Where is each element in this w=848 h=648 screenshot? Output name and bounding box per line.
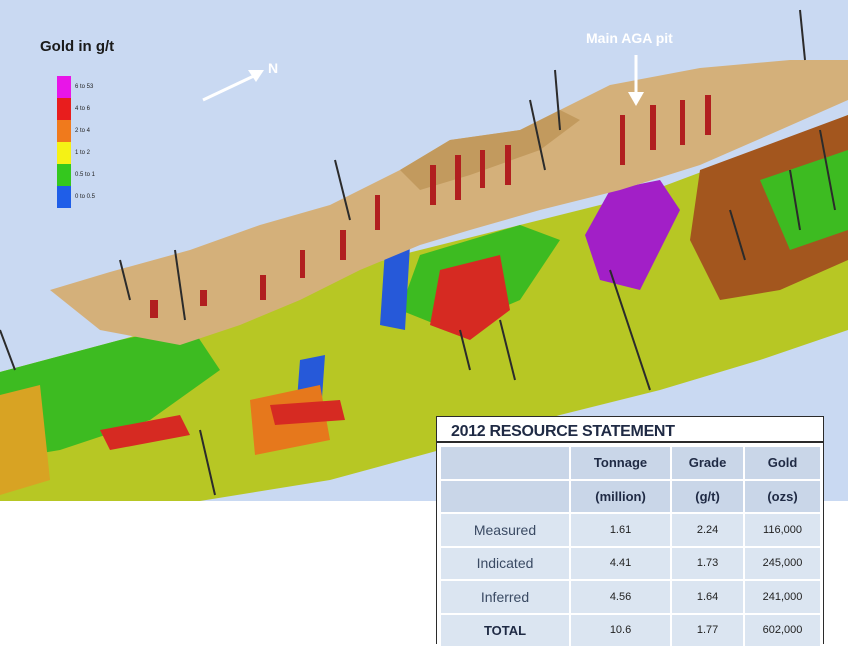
table-total-row: TOTAL 10.6 1.77 602,000 [441, 614, 820, 646]
table-header-row: (million) (g/t) (ozs) [441, 480, 820, 512]
pit-label: Main AGA pit [586, 30, 673, 46]
north-label: N [268, 60, 279, 76]
legend-item: 6 to 53 [57, 76, 95, 98]
table-cell: 245,000 [745, 547, 820, 579]
resource-statement-title: 2012 RESOURCE STATEMENT [451, 423, 675, 440]
table-cell: 2.24 [672, 514, 744, 546]
legend-item: 1 to 2 [57, 142, 95, 164]
legend-item: 0.5 to 1 [57, 164, 95, 186]
legend-label: 4 to 6 [75, 106, 91, 112]
table-cell: 602,000 [745, 614, 820, 646]
row-label: Inferred [441, 581, 569, 613]
table-cell: 116,000 [745, 514, 820, 546]
table-cell: 10.6 [571, 614, 671, 646]
table-cell: 1.61 [571, 514, 671, 546]
legend-swatch [57, 142, 71, 164]
legend-item: 0 to 0.5 [57, 186, 95, 208]
legend-title: Gold in g/t [40, 38, 115, 55]
table-row: Indicated 4.41 1.73 245,000 [441, 547, 820, 579]
legend-swatch [57, 76, 71, 98]
table-cell: 4.56 [571, 581, 671, 613]
header-cell: Gold [745, 447, 820, 479]
table-cell: 241,000 [745, 581, 820, 613]
header-cell [441, 447, 569, 479]
table-row: Inferred 4.56 1.64 241,000 [441, 581, 820, 613]
row-label: TOTAL [441, 614, 569, 646]
header-cell: Grade [672, 447, 744, 479]
legend-swatch [57, 120, 71, 142]
table-cell: 1.77 [672, 614, 744, 646]
legend-swatch [57, 164, 71, 186]
header-cell [441, 480, 569, 512]
legend-item: 4 to 6 [57, 98, 95, 120]
legend-swatch [57, 98, 71, 120]
legend-label: 1 to 2 [75, 150, 91, 156]
legend-swatch [57, 186, 71, 208]
legend-label: 0 to 0.5 [75, 194, 96, 200]
table-row: Measured 1.61 2.24 116,000 [441, 514, 820, 546]
header-cell: Tonnage [571, 447, 671, 479]
title-underline [437, 441, 823, 443]
legend-label: 6 to 53 [75, 84, 94, 90]
header-cell: (ozs) [745, 480, 820, 512]
legend-label: 2 to 4 [75, 128, 91, 134]
grade-legend: 6 to 53 4 to 6 2 to 4 1 to 2 0.5 to 1 0 … [57, 76, 95, 208]
table-cell: 4.41 [571, 547, 671, 579]
resource-statement-panel: 2012 RESOURCE STATEMENT Tonnage Grade Go… [436, 416, 824, 646]
table-header-row: Tonnage Grade Gold [441, 447, 820, 479]
north-arrow [202, 72, 259, 102]
legend-item: 2 to 4 [57, 120, 95, 142]
table-cell: 1.73 [672, 547, 744, 579]
row-label: Measured [441, 514, 569, 546]
table-cell: 1.64 [672, 581, 744, 613]
header-cell: (g/t) [672, 480, 744, 512]
row-label: Indicated [441, 547, 569, 579]
legend-label: 0.5 to 1 [75, 172, 96, 178]
resource-table: Tonnage Grade Gold (million) (g/t) (ozs)… [439, 445, 822, 648]
header-cell: (million) [571, 480, 671, 512]
